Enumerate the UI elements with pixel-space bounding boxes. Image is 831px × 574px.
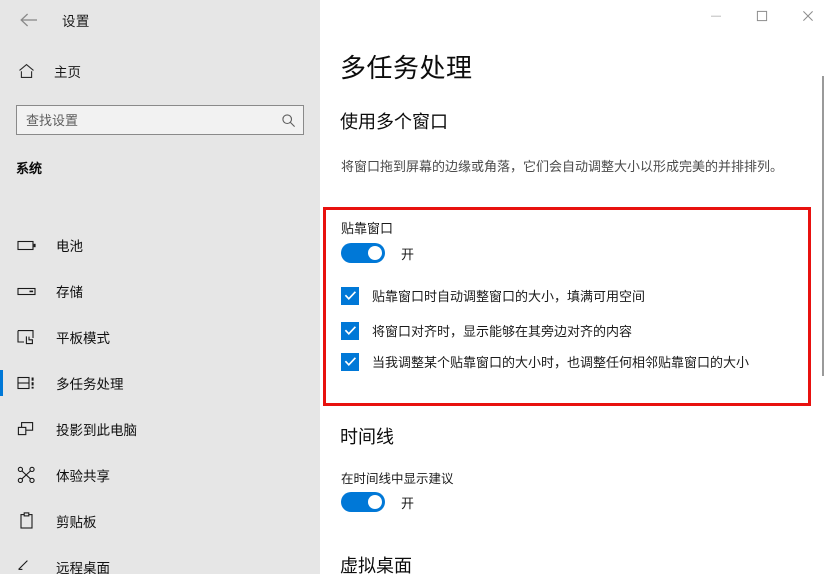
maximize-icon[interactable] [739,0,785,32]
checkbox-show-adjacent[interactable]: 将窗口对齐时，显示能够在其旁边对齐的内容 [341,321,632,340]
shared-experiences-icon [16,464,38,486]
search-icon[interactable] [277,106,303,134]
search-box[interactable] [16,105,304,135]
section-heading-virtual-desktop: 虚拟桌面 [340,556,412,574]
remote-desktop-icon [16,556,38,574]
window-controls [693,0,831,32]
checkbox-auto-resize-box[interactable] [341,286,359,305]
page-title: 多任务处理 [340,53,473,83]
timeline-toggle-track[interactable] [341,492,385,512]
storage-icon [16,280,38,302]
sidebar-item-battery[interactable]: 电池 [0,222,300,268]
close-icon[interactable] [785,0,831,32]
back-arrow-icon[interactable] [8,4,50,36]
snap-windows-toggle[interactable]: 开 [341,243,414,263]
sidebar-item-shared-experiences-label: 体验共享 [56,469,110,484]
timeline-suggestions-label: 在时间线中显示建议 [341,472,454,486]
sidebar-nav: 电池 存储 平板模式 多任务处理 投影到此电脑 体验共享 剪贴板 远程桌面 [0,222,300,574]
project-to-pc-icon [16,418,38,440]
checkbox-resize-neighbors-label: 当我调整某个贴靠窗口的大小时，也调整任何相邻贴靠窗口的大小 [372,355,750,370]
timeline-suggestions-toggle[interactable]: 开 [341,492,414,512]
sidebar-item-clipboard-label: 剪贴板 [56,515,97,530]
snap-windows-toggle-track[interactable] [341,243,385,263]
sidebar-item-project-to-pc-label: 投影到此电脑 [56,423,137,438]
sidebar-item-project-to-pc[interactable]: 投影到此电脑 [0,406,300,452]
sidebar-item-remote-desktop[interactable]: 远程桌面 [0,544,300,574]
checkbox-resize-neighbors-box[interactable] [341,352,359,371]
sidebar-item-remote-desktop-label: 远程桌面 [56,561,110,574]
sidebar-titlebar: 设置 [0,0,320,40]
minimize-icon[interactable] [693,0,739,32]
main-content: 多任务处理 使用多个窗口 将窗口拖到屏幕的边缘或角落，它们会自动调整大小以形成完… [320,0,831,574]
section-heading-timeline: 时间线 [340,427,394,447]
main-scrollbar-thumb[interactable] [822,76,824,376]
sidebar-item-storage[interactable]: 存储 [0,268,300,314]
sidebar-item-clipboard[interactable]: 剪贴板 [0,498,300,544]
timeline-toggle-state: 开 [401,495,415,511]
checkbox-auto-resize[interactable]: 贴靠窗口时自动调整窗口的大小，填满可用空间 [341,286,645,305]
sidebar-item-multitasking-label: 多任务处理 [56,377,124,392]
multitasking-icon [16,372,38,394]
snap-windows-label: 贴靠窗口 [341,221,394,236]
home-icon [16,61,36,81]
tablet-mode-icon [16,326,38,348]
battery-icon [16,234,38,256]
timeline-toggle-knob [368,495,382,509]
sidebar-item-multitasking[interactable]: 多任务处理 [0,360,300,406]
sidebar-item-shared-experiences[interactable]: 体验共享 [0,452,300,498]
sidebar-item-home[interactable]: 主页 [0,56,300,86]
sidebar-item-battery-label: 电池 [56,239,83,254]
sidebar-item-tablet-mode-label: 平板模式 [56,331,110,346]
app-title: 设置 [62,14,90,29]
checkbox-show-adjacent-box[interactable] [341,321,359,340]
section-heading-multi-window: 使用多个窗口 [340,112,448,132]
sidebar-group-title: 系统 [16,161,43,176]
sidebar-scrollbar[interactable] [303,150,609,574]
multi-window-description: 将窗口拖到屏幕的边缘或角落，它们会自动调整大小以形成完美的并排排列。 [341,159,784,174]
snap-windows-toggle-state: 开 [401,246,415,262]
sidebar: 设置 主页 系统 [0,0,609,574]
sidebar-item-tablet-mode[interactable]: 平板模式 [0,314,300,360]
checkbox-show-adjacent-label: 将窗口对齐时，显示能够在其旁边对齐的内容 [372,324,633,339]
checkbox-auto-resize-label: 贴靠窗口时自动调整窗口的大小，填满可用空间 [372,289,646,304]
clipboard-icon [16,510,38,532]
sidebar-item-home-label: 主页 [54,65,81,80]
sidebar-item-storage-label: 存储 [56,285,83,300]
settings-window: 设置 主页 系统 [0,0,831,574]
checkbox-resize-neighbors[interactable]: 当我调整某个贴靠窗口的大小时，也调整任何相邻贴靠窗口的大小 [341,352,749,371]
snap-windows-toggle-knob [368,246,382,260]
highlight-box [323,207,811,406]
search-input[interactable] [17,106,277,134]
